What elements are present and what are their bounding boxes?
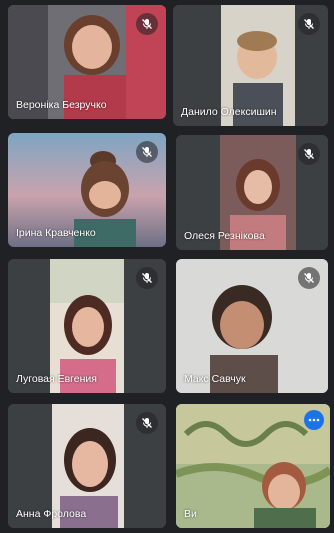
self-participant-tile[interactable]: Ви bbox=[176, 404, 330, 528]
participant-name: Ірина Кравченко bbox=[16, 227, 96, 239]
participant-tile[interactable]: Данило Олексишин bbox=[173, 5, 328, 126]
participant-grid: Вероніка Безручко Данило Олексишин Ірина… bbox=[0, 0, 334, 533]
participant-name: Олеся Резнікова bbox=[184, 230, 265, 242]
participant-name: Луговая Евгения bbox=[16, 373, 97, 385]
participant-tile[interactable]: Луговая Евгения bbox=[8, 259, 166, 393]
participant-tile[interactable]: Вероніка Безручко bbox=[8, 5, 166, 119]
participant-tile[interactable]: Олеся Резнікова bbox=[176, 135, 328, 250]
participant-tile[interactable]: Макс Савчук bbox=[176, 259, 328, 393]
mic-off-icon bbox=[136, 13, 158, 35]
participant-name: Данило Олексишин bbox=[181, 106, 277, 118]
mic-off-icon bbox=[136, 267, 158, 289]
mic-off-icon bbox=[136, 141, 158, 163]
mic-off-icon bbox=[136, 412, 158, 434]
mic-off-icon bbox=[298, 13, 320, 35]
participant-name: Вероніка Безручко bbox=[16, 99, 107, 111]
more-options-icon[interactable] bbox=[304, 410, 324, 430]
participant-name: Ви bbox=[184, 508, 197, 520]
mic-off-icon bbox=[298, 267, 320, 289]
participant-tile[interactable]: Ірина Кравченко bbox=[8, 133, 166, 247]
participant-name: Анна Фролова bbox=[16, 508, 87, 520]
participant-tile[interactable]: Анна Фролова bbox=[8, 404, 166, 528]
participant-name: Макс Савчук bbox=[184, 373, 246, 385]
mic-off-icon bbox=[298, 143, 320, 165]
